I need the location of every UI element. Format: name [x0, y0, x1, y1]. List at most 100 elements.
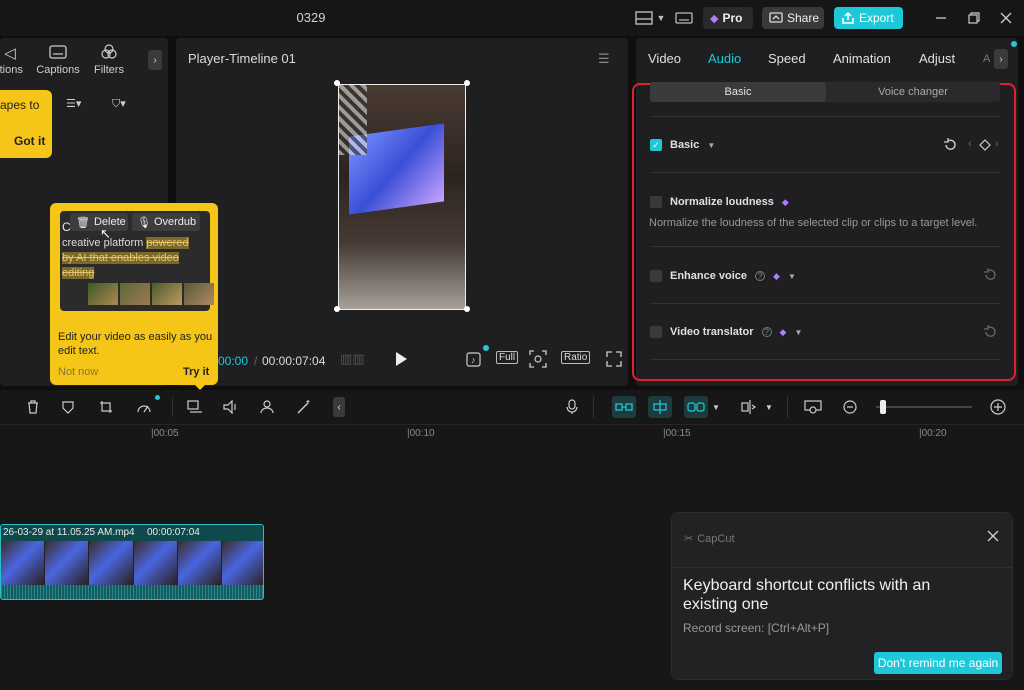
resize-handle[interactable]	[464, 306, 470, 312]
export-button[interactable]: Export	[834, 7, 903, 29]
trash-icon: 🗑	[76, 216, 90, 229]
compare-chevron-down-icon[interactable]: ▼	[764, 398, 774, 416]
subtab-basic[interactable]: Basic	[650, 82, 826, 102]
enhance-voice-row[interactable]: Enhance voice ? ◆ ▼	[650, 268, 998, 284]
play-button[interactable]	[394, 351, 408, 367]
tab-adjust[interactable]: Adjust	[919, 51, 955, 66]
enhance-chevron-down-icon[interactable]: ▼	[788, 272, 796, 281]
keyframe-diamond-icon[interactable]	[979, 139, 991, 151]
restore-icon[interactable]	[966, 8, 982, 28]
tab-animation[interactable]: Animation	[833, 51, 891, 66]
player-panel: Player-Timeline 01 ☰ 00:00 / 00:00:07:04…	[176, 38, 628, 386]
sort-icon[interactable]: ☰▾	[66, 97, 81, 110]
normalize-checkbox[interactable]	[650, 196, 662, 208]
info-icon[interactable]: ?	[755, 271, 766, 281]
zoom-in-icon[interactable]	[989, 398, 1007, 416]
tab-audio[interactable]: Audio	[708, 51, 741, 66]
text-edit-icon[interactable]	[186, 398, 204, 416]
zoom-slider-track[interactable]	[876, 406, 972, 408]
basic-checkbox[interactable]: ✓	[650, 139, 662, 151]
split-compare-icon[interactable]	[740, 398, 758, 416]
toast-body: Record screen: [Ctrl+Alt+P]	[683, 621, 830, 635]
audio-split-icon[interactable]	[222, 398, 240, 416]
keyframe-prev-icon[interactable]: ‹	[968, 138, 972, 150]
speed-icon[interactable]	[135, 398, 153, 416]
total-time: 00:00:07:04	[262, 354, 326, 368]
video-clip[interactable]: 26-03-29 at 11.05.25 AM.mp4 00:00:07:04	[0, 524, 264, 600]
video-preview[interactable]	[338, 84, 466, 310]
video-translator-row[interactable]: Video translator ? ◆ ▼	[650, 324, 998, 340]
notification-dot	[1011, 41, 1017, 47]
tab-label: itions	[0, 64, 23, 76]
fullscreen-focus-icon[interactable]	[529, 350, 547, 368]
resize-handle[interactable]	[334, 306, 340, 312]
divider	[672, 567, 1012, 568]
zoom-out-icon[interactable]	[842, 398, 858, 416]
delete-button[interactable]: 🗑 Delete	[70, 213, 128, 231]
reset-icon[interactable]	[943, 138, 957, 152]
normalize-description: Normalize the loudness of the selected c…	[649, 217, 978, 229]
mask-icon[interactable]	[61, 398, 75, 416]
ruler-tick: |00:20	[919, 428, 947, 439]
zoom-slider-handle[interactable]	[880, 400, 886, 414]
enhance-voice-label: Enhance voice	[670, 270, 748, 282]
toast-close-icon[interactable]	[986, 529, 1000, 543]
thumbnail-image	[45, 541, 90, 585]
pro-diamond-icon: ◆	[773, 270, 780, 281]
layout-chevron-down-icon[interactable]: ▼	[656, 8, 666, 28]
not-now-button[interactable]: Not now	[58, 366, 98, 378]
main-track-magnet-icon[interactable]	[612, 396, 636, 418]
try-it-button[interactable]: Try it	[183, 366, 209, 378]
auto-snap-icon[interactable]	[648, 396, 672, 418]
resize-handle[interactable]	[464, 80, 470, 86]
delete-icon[interactable]	[26, 398, 40, 416]
tab-video[interactable]: Video	[648, 51, 681, 66]
enhance-voice-checkbox[interactable]	[650, 270, 662, 282]
crop-icon[interactable]	[98, 398, 114, 416]
ratio-button[interactable]: Ratio	[561, 351, 591, 364]
waveform-icon[interactable]: ▥▥	[340, 351, 365, 367]
reset-icon[interactable]	[983, 268, 997, 282]
tabs-more-chevron-right-icon[interactable]: ›	[148, 50, 162, 70]
keyboard-icon[interactable]	[673, 8, 695, 28]
tab-transitions[interactable]: ◁ itions	[0, 44, 28, 76]
preview-axis-icon[interactable]	[803, 398, 823, 416]
layout-icon[interactable]	[634, 8, 654, 28]
person-enhance-icon[interactable]	[259, 398, 277, 416]
share-button[interactable]: Share	[762, 7, 824, 29]
player-menu-icon[interactable]: ☰	[598, 51, 610, 67]
dont-remind-button[interactable]: Don't remind me again	[874, 652, 1002, 674]
translator-chevron-down-icon[interactable]: ▼	[794, 328, 802, 337]
subtab-voice-changer[interactable]: Voice changer	[826, 82, 1000, 102]
full-button[interactable]: Full	[496, 351, 519, 364]
tab-more[interactable]: A	[983, 53, 990, 65]
share-icon	[769, 12, 783, 24]
overdub-button[interactable]: 🎙 Overdub	[132, 213, 200, 231]
pro-button[interactable]: ◆ Pro	[703, 7, 753, 29]
close-icon[interactable]	[998, 8, 1014, 28]
resize-handle[interactable]	[334, 80, 340, 86]
basic-chevron-down-icon[interactable]: ▼	[707, 141, 715, 150]
keyframe-next-icon[interactable]: ›	[995, 138, 999, 150]
video-translator-checkbox[interactable]	[650, 326, 662, 338]
info-icon[interactable]: ?	[761, 327, 772, 337]
expand-icon[interactable]	[606, 351, 622, 367]
thumbnail-image	[184, 283, 214, 305]
filter-icon[interactable]: ⛉▾	[112, 97, 126, 111]
got-it-button[interactable]: Got it	[14, 134, 45, 148]
reset-icon[interactable]	[983, 325, 997, 339]
microphone-icon[interactable]	[565, 398, 579, 416]
minimize-icon[interactable]	[933, 8, 949, 28]
magic-wand-icon[interactable]	[295, 398, 313, 416]
time-separator: /	[254, 354, 258, 368]
tab-speed[interactable]: Speed	[768, 51, 806, 66]
normalize-row[interactable]: Normalize loudness ◆	[650, 194, 998, 210]
link-chevron-down-icon[interactable]: ▼	[711, 398, 721, 416]
tab-captions[interactable]: Captions	[35, 44, 81, 76]
capcut-logo-icon: ✂	[684, 533, 694, 545]
tabs-chevron-right-icon[interactable]: ›	[994, 49, 1008, 69]
tiktok-icon[interactable]: ♪	[466, 350, 482, 368]
toolbar-chevron-left-icon[interactable]: ‹	[333, 397, 345, 417]
tab-filters[interactable]: Filters	[92, 44, 126, 76]
link-icon[interactable]	[684, 396, 708, 418]
